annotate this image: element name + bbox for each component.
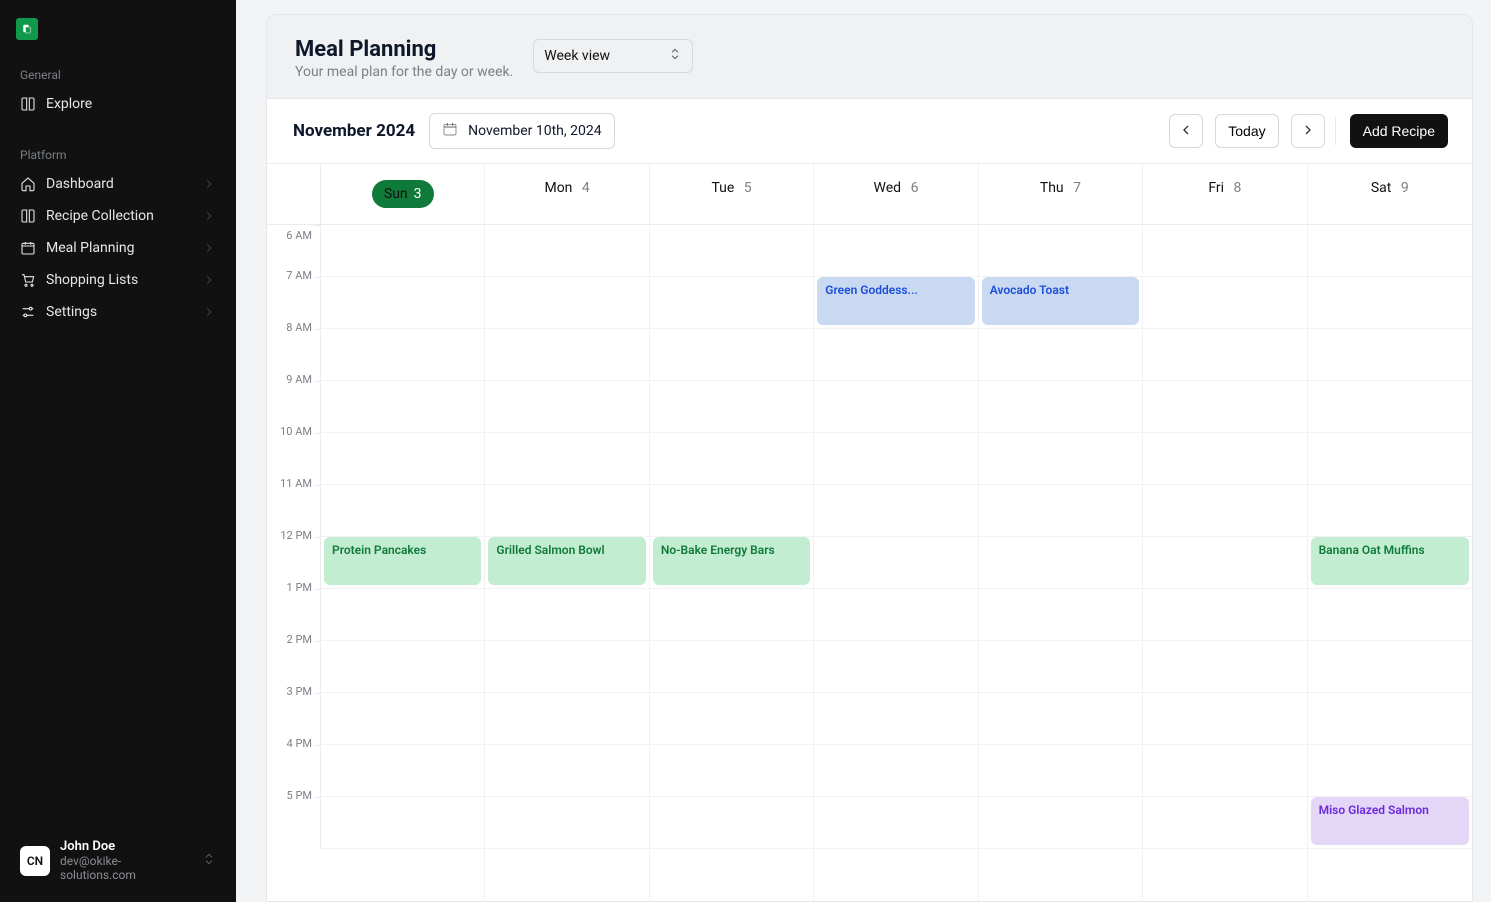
hour-label: 7 AM [286,269,312,282]
chevron-right-icon [202,241,216,255]
nav-explore[interactable]: Explore [12,88,224,120]
hour-label: 12 PM [280,529,312,542]
page-header: Meal Planning Your meal plan for the day… [267,15,1472,98]
day-column[interactable]: Banana Oat Muffins Miso Glazed Salmon [1308,225,1472,901]
nav-settings[interactable]: Settings [12,296,224,328]
user-menu[interactable]: CN John Doe dev@okike-solutions.com [12,831,224,890]
day-column[interactable]: Avocado Toast [979,225,1143,901]
calendar-event[interactable]: Banana Oat Muffins [1311,537,1469,585]
app-logo[interactable] [16,18,38,40]
hour-label: 2 PM [287,633,312,646]
nav-item-label: Settings [46,304,97,320]
hour-label: 9 AM [286,373,312,386]
nav-section-label: General [20,68,216,82]
nav-section-label: Platform [20,148,216,162]
hour-label: 8 AM [286,321,312,334]
hour-label: 5 PM [287,789,312,802]
calendar-icon [442,121,458,141]
date-picker-value: November 10th, 2024 [468,123,602,139]
nav-item-label: Shopping Lists [46,272,138,288]
nav-item-label: Meal Planning [46,240,134,256]
prev-week-button[interactable] [1169,114,1203,148]
nav-item-label: Explore [46,96,92,112]
day-header: Wed 6 [814,164,978,224]
user-name: John Doe [60,839,192,854]
cart-icon [20,272,36,288]
chevron-right-icon [202,177,216,191]
chevron-up-down-icon [202,852,216,870]
nav-item-label: Dashboard [46,176,114,192]
calendar-day-header: Sun 3 Mon 4Tue 5Wed 6Thu 7Fri 8Sat 9 [267,163,1472,225]
hour-label: 6 AM [286,229,312,242]
page-subtitle: Your meal plan for the day or week. [295,64,513,80]
day-header: Tue 5 [650,164,814,224]
add-recipe-button[interactable]: Add Recipe [1350,114,1448,148]
hour-label: 11 AM [280,477,312,490]
calendar-event[interactable]: No-Bake Energy Bars [653,537,810,585]
day-column[interactable]: No-Bake Energy Bars [650,225,814,901]
calendar-icon [20,240,36,256]
calendar-event[interactable]: Grilled Salmon Bowl [488,537,645,585]
avatar: CN [20,846,50,876]
date-picker[interactable]: November 10th, 2024 [429,113,615,149]
day-header: Fri 8 [1143,164,1307,224]
day-header: Mon 4 [485,164,649,224]
nav-shopping[interactable]: Shopping Lists [12,264,224,296]
hour-label: 3 PM [287,685,312,698]
chevron-up-down-icon [668,47,682,65]
chevron-right-icon [202,273,216,287]
time-gutter: 6 AM 7 AM 8 AM 9 AM 10 AM 11 AM 12 PM 1 PM 2 PM 3… [267,225,321,901]
nav-recipes[interactable]: Recipe Collection [12,200,224,232]
nav-meal-planning[interactable]: Meal Planning [12,232,224,264]
view-select-value: Week view [544,48,610,64]
calendar-card: November 2024 November 10th, 2024 Today [267,98,1472,901]
chevron-right-icon [202,209,216,223]
today-pill: Sun 3 [372,180,434,208]
calendar-grid[interactable]: 6 AM 7 AM 8 AM 9 AM 10 AM 11 AM 12 PM 1 PM 2 PM 3… [267,225,1472,901]
user-email: dev@okike-solutions.com [60,854,192,882]
sidebar: General Explore Platform Dashboard Recipe Co… [0,0,236,902]
hour-label: 1 PM [287,581,312,594]
day-header: Thu 7 [979,164,1143,224]
month-label: November 2024 [293,121,415,141]
calendar-event[interactable]: Miso Glazed Salmon [1311,797,1469,845]
nav-item-label: Recipe Collection [46,208,154,224]
hour-label: 10 AM [280,425,312,438]
next-week-button[interactable] [1291,114,1325,148]
chevron-right-icon [202,305,216,319]
sliders-icon [20,304,36,320]
day-column[interactable] [1143,225,1307,901]
hour-label: 4 PM [287,737,312,750]
main-area: Meal Planning Your meal plan for the day… [236,0,1491,902]
calendar-event[interactable]: Protein Pancakes [324,537,481,585]
book-icon [20,208,36,224]
calendar-event[interactable]: Avocado Toast [982,277,1139,325]
calendar-event[interactable]: Green Goddess... [817,277,974,325]
nav-dashboard[interactable]: Dashboard [12,168,224,200]
page-card: Meal Planning Your meal plan for the day… [266,14,1473,902]
toolbar-separator [1335,117,1336,145]
day-header: Sat 9 [1308,164,1472,224]
day-column[interactable]: Protein Pancakes [321,225,485,901]
today-button[interactable]: Today [1215,114,1278,148]
week-calendar: Sun 3 Mon 4Tue 5Wed 6Thu 7Fri 8Sat 9 6 AM… [267,163,1472,901]
home-icon [20,176,36,192]
day-column[interactable]: Green Goddess... [814,225,978,901]
view-select[interactable]: Week view [533,39,693,73]
day-column[interactable]: Grilled Salmon Bowl [485,225,649,901]
chevron-right-icon [1300,122,1316,141]
day-header: Sun 3 [321,164,485,224]
calendar-toolbar: November 2024 November 10th, 2024 Today [267,99,1472,163]
page-title: Meal Planning [295,37,513,62]
chevron-left-icon [1178,122,1194,141]
book-icon [20,96,36,112]
